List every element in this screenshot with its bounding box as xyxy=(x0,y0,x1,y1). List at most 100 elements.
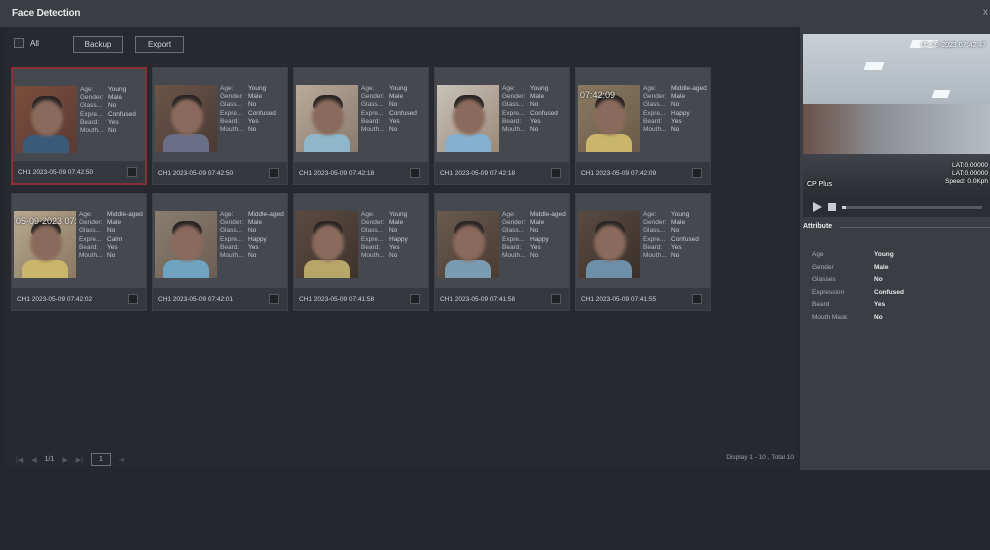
card-checkbox[interactable] xyxy=(410,294,420,304)
last-page-icon[interactable]: ▶| xyxy=(76,456,83,464)
card-checkbox[interactable] xyxy=(128,294,138,304)
attribute-key: Mouth... xyxy=(361,126,385,134)
face-card[interactable]: 07:42:09 Age: Middle-aged Gender: Male Glass.… xyxy=(575,67,711,185)
attribute-value: No xyxy=(248,227,257,235)
card-checkbox[interactable] xyxy=(269,168,279,178)
face-attributes: Age: Young Gender: Male Glass... No Expre... Ha… xyxy=(361,211,429,260)
face-attributes: Age: Young Gender: Male Glass... No Expre... Co… xyxy=(80,86,148,135)
attribute-value: No xyxy=(107,252,116,260)
detail-attribute-row: Age Young xyxy=(812,249,904,262)
attribute-key: Expre... xyxy=(220,109,243,117)
attribute-row: Gender: Male xyxy=(502,93,570,101)
attribute-row: Expre... Confused xyxy=(361,110,429,118)
capture-time: CH1 2023-05-09 07:42:50 xyxy=(158,169,234,177)
play-icon[interactable] xyxy=(813,202,822,212)
attribute-key: Age: xyxy=(220,85,234,92)
attribute-row: Glass... No xyxy=(643,227,711,235)
blurred-face xyxy=(30,225,62,261)
person-shoulders xyxy=(586,260,632,278)
card-checkbox[interactable] xyxy=(551,168,561,178)
attribute-value: No xyxy=(248,126,257,134)
attribute-value: No xyxy=(530,227,539,235)
face-card[interactable]: 05-09-2023 07:4 Age: Middle-aged Gender: Mal… xyxy=(11,193,147,311)
attribute-value: Happy xyxy=(671,109,690,117)
detail-attribute-row: Glasses No xyxy=(812,274,904,287)
playback-progress[interactable] xyxy=(842,205,982,209)
display-info: Display 1 - 10 , Total 10 xyxy=(726,454,794,461)
card-checkbox[interactable] xyxy=(269,294,279,304)
gps-line: Speed: 0.0Kph xyxy=(944,178,988,185)
attribute-value: No xyxy=(389,227,398,235)
attribute-row: Mouth... No xyxy=(80,127,148,135)
prev-page-icon[interactable]: ◀ xyxy=(31,456,36,464)
go-page-icon[interactable]: ➜ xyxy=(119,456,125,464)
attribute-row: Gender: Male xyxy=(361,93,429,101)
backup-button[interactable]: Backup xyxy=(73,36,123,53)
detail-attribute-key: Gender xyxy=(812,263,834,271)
card-checkbox[interactable] xyxy=(692,294,702,304)
attribute-value: Male xyxy=(248,219,263,227)
attribute-key: Gender: xyxy=(361,93,385,101)
attribute-key: Age: xyxy=(643,85,657,92)
card-checkbox[interactable] xyxy=(692,168,702,178)
face-card[interactable]: Age: Young Gender: Male Glass... No Expre... Co… xyxy=(152,67,288,185)
face-thumbnail xyxy=(437,211,499,278)
face-card[interactable]: Age: Young Gender: Male Glass... No Expre... Co… xyxy=(575,193,711,311)
attribute-row: Expre... Happy xyxy=(502,236,570,244)
face-attributes: Age: Middle-aged Gender: Male Glass... No Expr… xyxy=(502,211,570,260)
attribute-row: Gender: Male xyxy=(220,219,288,227)
attribute-value: Confused xyxy=(671,235,699,243)
gps-line: LAT:0.00000 xyxy=(951,162,988,169)
capture-time: CH1 2023-05-09 07:42:18 xyxy=(440,169,516,177)
face-card[interactable]: Age: Young Gender: Male Glass... No Expre... Co… xyxy=(434,67,570,185)
face-attributes: Age: Young Gender: Male Glass... No Expre... Co… xyxy=(361,85,429,134)
face-card[interactable]: Age: Young Gender: Male Glass... No Expre... Ha… xyxy=(293,193,429,311)
attribute-value: No xyxy=(389,126,398,134)
next-page-icon[interactable]: ▶ xyxy=(62,456,67,464)
stop-icon[interactable] xyxy=(828,203,836,211)
export-button[interactable]: Export xyxy=(135,36,184,53)
attribute-row: Expre... Calm xyxy=(79,236,147,244)
face-card[interactable]: Age: Middle-aged Gender: Male Glass... No Expr… xyxy=(152,193,288,311)
select-all-checkbox[interactable] xyxy=(14,38,24,48)
attribute-value: Male xyxy=(389,219,404,227)
select-all[interactable]: All xyxy=(14,38,39,48)
attribute-key: Age: xyxy=(361,85,375,92)
face-attributes: Age: Middle-aged Gender: Male Glass... No Expr… xyxy=(643,85,711,134)
video-preview[interactable]: 05-09-2023 07:42:47 LAT:0.00000 LAT:0.00… xyxy=(803,34,990,197)
attribute-key: Mouth... xyxy=(643,252,667,260)
detail-attribute-key: Beard xyxy=(812,301,830,308)
detail-attribute-value: Young xyxy=(874,251,894,258)
attribute-value: Middle-aged xyxy=(671,85,707,92)
card-checkbox[interactable] xyxy=(551,294,561,304)
attribute-row: Beard: Yes xyxy=(502,244,570,252)
face-card[interactable]: Age: Young Gender: Male Glass... No Expre... Co… xyxy=(293,67,429,185)
face-card[interactable]: Age: Young Gender: Male Glass... No Expre... Co… xyxy=(11,67,147,185)
attribute-heading: Attribute xyxy=(803,223,833,230)
attribute-value: Young xyxy=(530,85,549,92)
close-icon[interactable]: x xyxy=(983,7,988,18)
toolbar: All Backup Export xyxy=(6,27,798,61)
attribute-key: Beard: xyxy=(643,117,663,125)
attribute-key: Gender: xyxy=(643,93,667,101)
face-attributes: Age: Young Gender: Male Glass... No Expre... Co… xyxy=(643,211,711,260)
attribute-key: Mouth... xyxy=(220,252,244,260)
card-checkbox[interactable] xyxy=(127,167,137,177)
detail-attribute-row: Mouth Mask No xyxy=(812,312,904,325)
pagination: |◀ ◀ 1/1 ▶ ▶| 1 ➜ xyxy=(16,453,125,466)
first-page-icon[interactable]: |◀ xyxy=(16,456,23,464)
attribute-key: Mouth... xyxy=(502,252,526,260)
card-checkbox[interactable] xyxy=(410,168,420,178)
attribute-value: Young xyxy=(389,85,408,92)
attribute-row: Mouth... No xyxy=(502,126,570,134)
attribute-value: Yes xyxy=(530,117,541,125)
attribute-row: Beard: Yes xyxy=(643,118,711,126)
capture-time: CH1 2023-05-09 07:41:55 xyxy=(581,295,657,303)
page-input[interactable]: 1 xyxy=(90,453,111,466)
attribute-value: No xyxy=(108,102,117,110)
attribute-key: Age: xyxy=(80,86,94,93)
card-footer: CH1 2023-05-09 07:41:55 xyxy=(576,288,710,310)
face-card[interactable]: Age: Middle-aged Gender: Male Glass... No Expr… xyxy=(434,193,570,311)
attribute-value: Middle-aged xyxy=(248,211,284,218)
card-footer: CH1 2023-05-09 07:42:50 xyxy=(153,162,287,184)
